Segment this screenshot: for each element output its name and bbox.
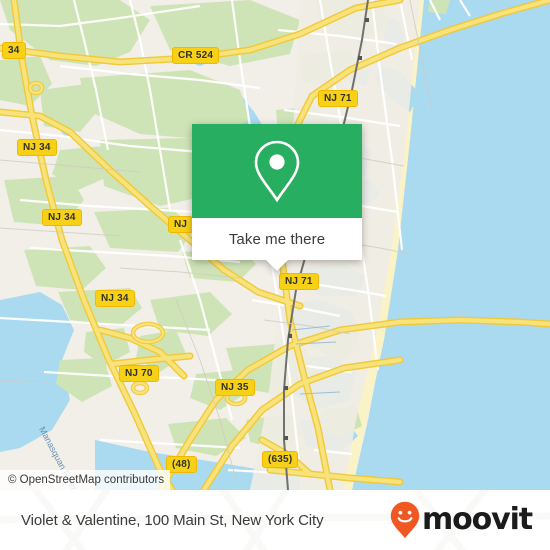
shield-635: (635) [262, 451, 299, 468]
shield-nj-34-lower: NJ 34 [95, 290, 135, 307]
moovit-smiley-pin-icon [390, 501, 420, 539]
location-address-label: Violet & Valentine, 100 Main St, New Yor… [21, 511, 324, 529]
moovit-wordmark: moovit [421, 502, 533, 537]
shield-cr-524: CR 524 [172, 47, 220, 64]
shield-nj-71-south: NJ 71 [279, 273, 319, 290]
shield-nj-35: NJ 35 [215, 379, 255, 396]
shield-nj-70: NJ 70 [119, 365, 159, 382]
popup-action-bar[interactable]: Take me there [192, 218, 362, 260]
take-me-there-label: Take me there [228, 230, 326, 248]
shield-nj-34-mid: NJ 34 [42, 209, 82, 226]
osm-attribution[interactable]: © OpenStreetMap contributors [0, 470, 171, 490]
take-me-there-popup[interactable]: Take me there [192, 124, 362, 271]
footer-bar: Violet & Valentine, 100 Main St, New Yor… [0, 490, 550, 550]
popup-icon-area [192, 124, 362, 218]
shield-34: 34 [2, 42, 26, 59]
shield-nj-34-upper: NJ 34 [17, 139, 57, 156]
shield-nj-71-north: NJ 71 [318, 90, 358, 107]
footer-content: Violet & Valentine, 100 Main St, New Yor… [0, 490, 550, 550]
location-pin-icon [254, 140, 300, 203]
map-canvas[interactable]: Manasquan River 34 CR 524 NJ 71 NJ 34 NJ… [0, 0, 550, 490]
shield-48: (48) [166, 456, 197, 473]
popup-pointer-tail [266, 260, 288, 271]
moovit-brand[interactable]: moovit [390, 501, 533, 539]
shield-nj-partial: NJ [168, 216, 194, 233]
moovit-map-screenshot: Manasquan River 34 CR 524 NJ 71 NJ 34 NJ… [0, 0, 550, 550]
